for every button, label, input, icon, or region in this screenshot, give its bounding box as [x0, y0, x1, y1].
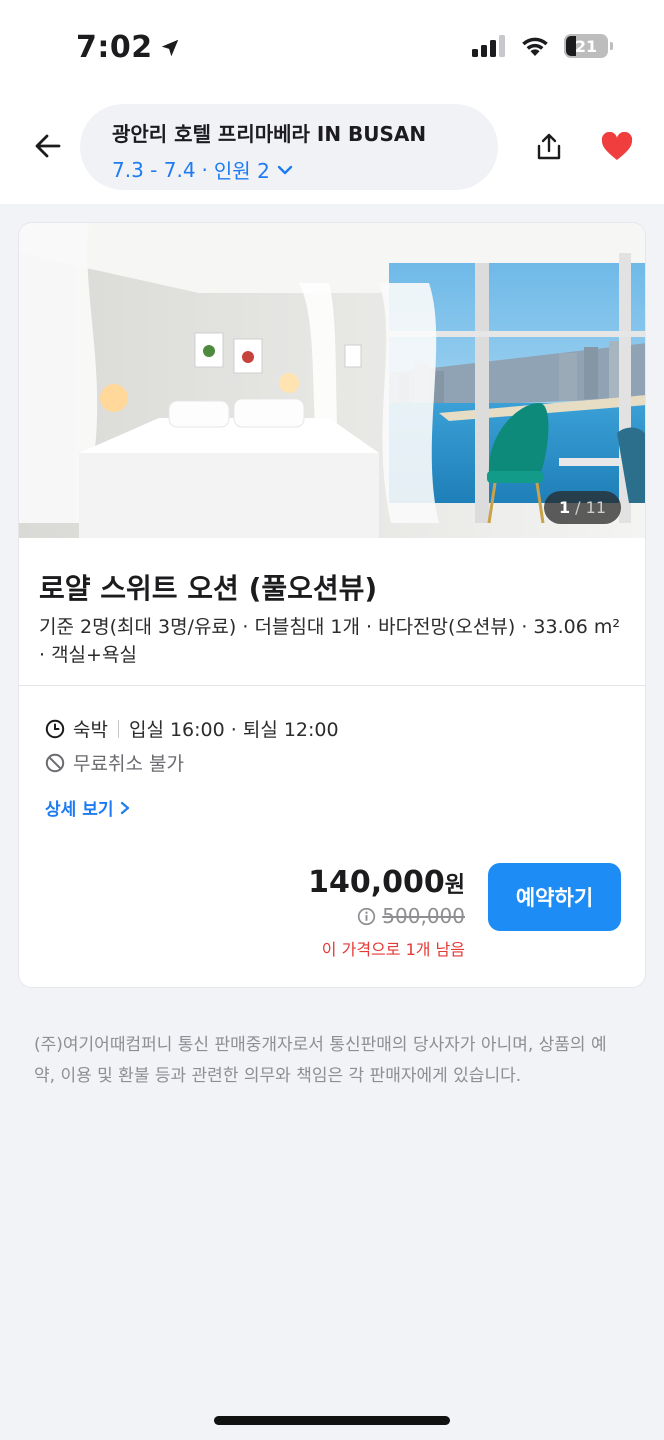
- original-price: 500,000: [308, 904, 465, 928]
- back-button[interactable]: [28, 126, 68, 166]
- detail-view-link[interactable]: 상세 보기: [45, 795, 131, 820]
- info-icon[interactable]: [357, 907, 376, 926]
- room-photo-illustration: [19, 223, 645, 538]
- room-title: 로얄 스위트 오션 (풀오션뷰): [39, 572, 378, 605]
- battery-icon: 21: [564, 34, 613, 58]
- sale-price: 140,000원: [308, 865, 465, 900]
- status-time: 7:02: [76, 30, 181, 65]
- stay-type: 숙박: [73, 719, 108, 741]
- cancellation-row: 무료취소 불가: [45, 749, 184, 776]
- stay-info-row: 숙박 입실 16:00 · 퇴실 12:00: [45, 715, 339, 742]
- arrow-left-icon: [35, 134, 61, 158]
- header: 광안리 호텔 프리마베라 IN BUSAN 7.3 - 7.4 · 인원 2: [0, 96, 664, 204]
- status-time-text: 7:02: [76, 30, 153, 65]
- search-summary-pill[interactable]: 광안리 호텔 프리마베라 IN BUSAN 7.3 - 7.4 · 인원 2: [80, 104, 498, 190]
- hotel-name: 광안리 호텔 프리마베라 IN BUSAN: [112, 122, 427, 146]
- reserve-button[interactable]: 예약하기: [488, 863, 621, 931]
- prohibited-icon: [45, 753, 65, 772]
- sale-price-value: 140,000: [308, 865, 445, 900]
- room-description: 기준 2명(최대 3명/유료) · 더블침대 1개 · 바다전망(오션뷰) · …: [39, 616, 620, 666]
- status-bar: 7:02 21: [0, 0, 664, 96]
- image-counter-current: 1: [558, 498, 571, 517]
- cellular-signal-icon: [472, 35, 505, 57]
- remaining-rooms-notice: 이 가격으로 1개 남음: [321, 940, 465, 959]
- price-unit: 원: [444, 873, 465, 898]
- image-counter: 1 / 11: [543, 491, 621, 524]
- chevron-down-icon: [277, 165, 292, 174]
- dot-separator: ·: [201, 157, 208, 182]
- guest-count: 인원 2: [213, 159, 270, 183]
- battery-nub: [610, 42, 613, 50]
- image-counter-separator: /: [570, 498, 586, 517]
- chevron-right-icon: [121, 801, 130, 814]
- info-separator: [117, 719, 119, 738]
- status-indicators: 21: [472, 34, 613, 58]
- detail-view-label: 상세 보기: [45, 800, 114, 820]
- stay-conditions: 7.3 - 7.4 · 인원 2: [112, 155, 498, 184]
- cancellation-policy: 무료취소 불가: [73, 753, 184, 775]
- card-divider: [19, 685, 645, 686]
- price-block: 140,000원 500,000 이 가격으로 1개 남음: [308, 865, 465, 960]
- battery-percent: 21: [574, 36, 598, 56]
- home-indicator[interactable]: [214, 1416, 450, 1425]
- image-counter-total: 11: [585, 498, 606, 517]
- wifi-icon: [522, 37, 548, 56]
- favorite-button[interactable]: [596, 126, 638, 168]
- share-button[interactable]: [528, 126, 570, 168]
- heart-icon: [601, 132, 633, 160]
- legal-notice: (주)여기어때컴퍼니 통신 판매중개자로서 통신판매의 당사자가 아니며, 상품…: [34, 1035, 607, 1086]
- checkin-checkout-time: 입실 16:00 · 퇴실 12:00: [128, 719, 339, 741]
- stay-dates: 7.3 - 7.4: [112, 157, 196, 182]
- clock-icon: [45, 719, 65, 738]
- location-arrow-icon: [161, 39, 178, 56]
- original-price-value: 500,000: [382, 904, 465, 928]
- room-card: 1 / 11 로얄 스위트 오션 (풀오션뷰) 기준 2명(최대 3명/유료) …: [18, 222, 646, 988]
- room-photo[interactable]: 1 / 11: [19, 223, 645, 538]
- share-icon: [537, 133, 561, 160]
